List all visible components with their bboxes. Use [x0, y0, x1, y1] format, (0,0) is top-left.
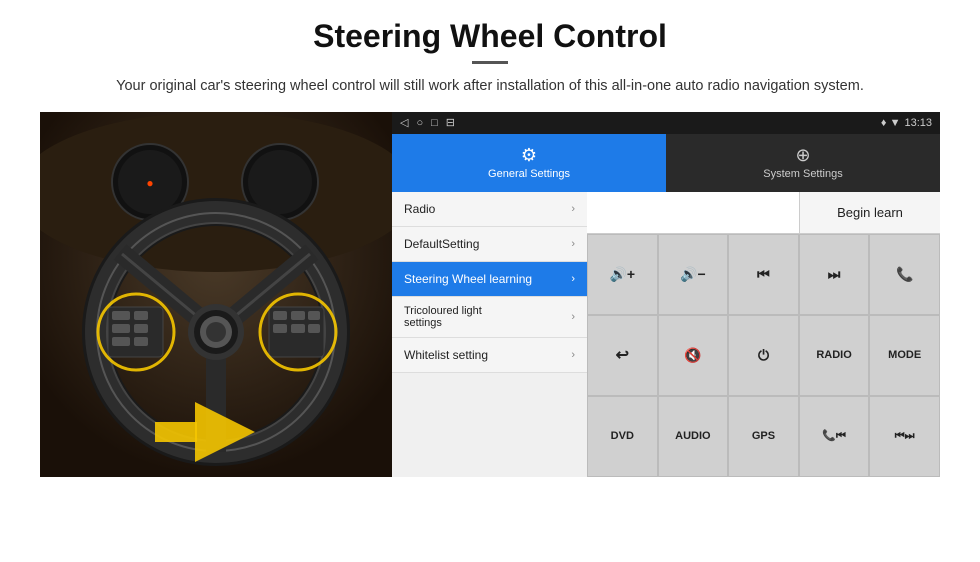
- page-title: Steering Wheel Control: [40, 18, 940, 55]
- system-icon: ⊕: [795, 145, 810, 166]
- audio-button[interactable]: AUDIO: [658, 396, 729, 477]
- gear-icon: ⚙: [521, 145, 537, 166]
- page-wrapper: Steering Wheel Control Your original car…: [0, 0, 980, 477]
- phone-prev-button[interactable]: 📞⏮: [799, 396, 870, 477]
- chevron-icon-tricolour: ›: [571, 311, 575, 323]
- steering-wheel-svg: ●: [40, 112, 392, 477]
- main-panel: Radio › DefaultSetting › Steering Wheel …: [392, 192, 940, 477]
- settings-item-steering-label: Steering Wheel learning: [404, 272, 532, 286]
- audio-label: AUDIO: [675, 430, 710, 442]
- mute-icon: 🔇: [684, 347, 701, 364]
- chevron-icon-whitelist: ›: [571, 349, 575, 361]
- status-bar-left: ◁ ○ □ ⊟: [400, 116, 455, 129]
- status-bar: ◁ ○ □ ⊟ ♦ ▼ 13:13: [392, 112, 940, 134]
- mute-button[interactable]: 🔇: [658, 315, 729, 396]
- settings-list: Radio › DefaultSetting › Steering Wheel …: [392, 192, 587, 477]
- settings-item-whitelist[interactable]: Whitelist setting ›: [392, 338, 587, 373]
- settings-item-radio-label: Radio: [404, 202, 435, 216]
- menu-icon[interactable]: ⊟: [446, 116, 455, 129]
- title-divider: [472, 61, 508, 64]
- gps-button[interactable]: GPS: [728, 396, 799, 477]
- dvd-label: DVD: [611, 430, 634, 442]
- next-icon: ⏭: [828, 266, 841, 283]
- skip-icon: ⏮⏭: [895, 430, 915, 443]
- right-control-panel: Begin learn 🔊+ 🔊− ⏮: [587, 192, 940, 477]
- settings-item-default-label: DefaultSetting: [404, 237, 479, 251]
- tab-system-label: System Settings: [763, 168, 842, 180]
- vol-down-button[interactable]: 🔊−: [658, 234, 729, 315]
- settings-item-whitelist-label: Whitelist setting: [404, 348, 488, 362]
- begin-learn-button[interactable]: Begin learn: [800, 192, 940, 233]
- radio-label: RADIO: [816, 349, 851, 361]
- dvd-button[interactable]: DVD: [587, 396, 658, 477]
- gps-label: GPS: [752, 430, 775, 442]
- svg-text:●: ●: [146, 176, 153, 190]
- recents-icon[interactable]: □: [431, 117, 438, 129]
- content-area: ●: [40, 112, 940, 477]
- phone-icon: 📞: [896, 266, 913, 283]
- top-tabs: ⚙ General Settings ⊕ System Settings: [392, 134, 940, 192]
- power-icon: ⏻: [758, 347, 769, 364]
- radio-button[interactable]: RADIO: [799, 315, 870, 396]
- vol-up-icon: 🔊+: [609, 266, 635, 283]
- phone-prev-icon: 📞⏮: [822, 429, 846, 443]
- status-bar-right: ♦ ▼ 13:13: [881, 117, 932, 129]
- tab-system-settings[interactable]: ⊕ System Settings: [666, 134, 940, 192]
- begin-learn-row: Begin learn: [587, 192, 940, 234]
- learn-input-field[interactable]: [587, 192, 800, 233]
- prev-button[interactable]: ⏮: [728, 234, 799, 315]
- vol-up-button[interactable]: 🔊+: [587, 234, 658, 315]
- settings-item-default[interactable]: DefaultSetting ›: [392, 227, 587, 262]
- skip-button[interactable]: ⏮⏭: [869, 396, 940, 477]
- tab-general-label: General Settings: [488, 168, 570, 180]
- home-icon[interactable]: ○: [416, 117, 423, 129]
- back-icon[interactable]: ◁: [400, 116, 408, 129]
- mode-button[interactable]: MODE: [869, 315, 940, 396]
- subtitle: Your original car's steering wheel contr…: [40, 76, 940, 98]
- phone-button[interactable]: 📞: [869, 234, 940, 315]
- vol-down-icon: 🔊−: [680, 266, 706, 283]
- settings-item-radio[interactable]: Radio ›: [392, 192, 587, 227]
- power-button[interactable]: ⏻: [728, 315, 799, 396]
- back-call-icon: ↩: [616, 345, 629, 365]
- settings-item-tricolour-label: Tricoloured lightsettings: [404, 305, 482, 329]
- settings-item-steering[interactable]: Steering Wheel learning ›: [392, 262, 587, 297]
- next-button[interactable]: ⏭: [799, 234, 870, 315]
- chevron-icon-steering: ›: [571, 273, 575, 285]
- settings-item-tricolour[interactable]: Tricoloured lightsettings ›: [392, 297, 587, 338]
- android-screen: ◁ ○ □ ⊟ ♦ ▼ 13:13 ⚙ General Settings ⊕: [392, 112, 940, 477]
- mode-label: MODE: [888, 349, 921, 361]
- prev-icon: ⏮: [757, 266, 770, 283]
- back-call-button[interactable]: ↩: [587, 315, 658, 396]
- steering-wheel-image: ●: [40, 112, 392, 477]
- tab-general-settings[interactable]: ⚙ General Settings: [392, 134, 666, 192]
- chevron-icon-radio: ›: [571, 203, 575, 215]
- time-display: 13:13: [904, 117, 932, 129]
- signal-icon: ♦ ▼: [881, 117, 901, 129]
- chevron-icon-default: ›: [571, 238, 575, 250]
